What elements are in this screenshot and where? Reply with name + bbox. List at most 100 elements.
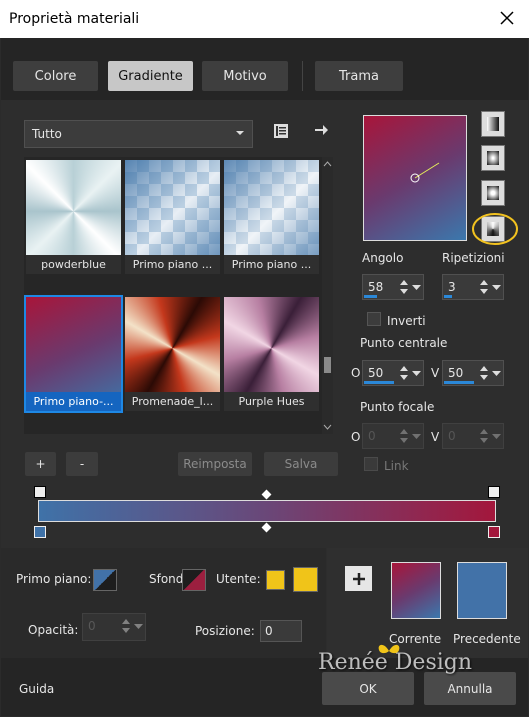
angle-spinner[interactable]: 58 xyxy=(362,274,424,300)
center-v-level xyxy=(444,381,474,384)
angle-label: Angolo xyxy=(362,251,404,265)
spinner-arrows-icon xyxy=(480,366,501,380)
user-label: Utente: xyxy=(216,572,261,586)
gradient-swatch-selected[interactable]: Primo piano-... xyxy=(24,295,123,413)
center-h-level xyxy=(364,381,394,384)
center-h-spinner[interactable]: 50 xyxy=(362,360,424,386)
style-linear-button[interactable] xyxy=(481,111,505,137)
gradient-editor-bar[interactable] xyxy=(38,500,496,522)
focal-h-value: 0 xyxy=(368,429,376,443)
user-swatch-2[interactable] xyxy=(293,567,318,592)
gradient-preview[interactable] xyxy=(363,115,467,241)
category-value: Tutto xyxy=(32,127,62,141)
style-radial-button[interactable] xyxy=(481,180,505,206)
position-label: Posizione: xyxy=(195,624,255,638)
opacity-label: Opacità: xyxy=(28,623,79,637)
category-dropdown[interactable]: Tutto xyxy=(24,120,253,148)
opacity-stop-right[interactable] xyxy=(488,486,500,498)
repeats-label: Ripetizioni xyxy=(442,251,505,265)
center-v-spinner[interactable]: 50 xyxy=(442,360,504,386)
center-h-value: 50 xyxy=(368,366,384,380)
reset-button[interactable]: Reimposta xyxy=(178,452,252,476)
highlight-circle xyxy=(472,213,518,245)
tab-colore[interactable]: Colore xyxy=(13,61,98,91)
gallery-scrollbar[interactable] xyxy=(322,157,333,434)
focal-label: Punto focale xyxy=(360,400,435,414)
swatch-label: Purple Hues xyxy=(224,392,319,411)
plus-icon xyxy=(352,572,365,585)
spinner-arrows-icon xyxy=(480,429,501,443)
focal-v-spinner[interactable]: 0 xyxy=(442,423,504,449)
current-preview xyxy=(391,562,441,619)
swatch-label: Primo piano-... xyxy=(26,392,121,411)
swatch-label: Promenade_l... xyxy=(125,392,220,411)
radial-style-icon xyxy=(487,186,499,200)
spinner-arrows-icon xyxy=(480,280,501,294)
position-value: 0 xyxy=(265,624,273,638)
opacity-value: 0 xyxy=(88,619,96,633)
invert-checkbox[interactable] xyxy=(367,312,381,326)
library-icon xyxy=(274,124,288,138)
color-stop-left[interactable] xyxy=(34,526,46,538)
close-icon xyxy=(500,11,514,25)
scroll-up-icon xyxy=(323,161,332,167)
repeats-value: 3 xyxy=(448,280,456,294)
swatch-label: Primo piano ... xyxy=(224,255,319,274)
spinner-arrows-icon xyxy=(400,366,421,380)
link-checkbox[interactable] xyxy=(364,457,378,471)
scroll-thumb[interactable] xyxy=(324,357,331,373)
user-swatch-1[interactable] xyxy=(266,570,285,590)
repeats-level xyxy=(444,295,452,298)
previous-preview[interactable] xyxy=(457,562,507,619)
arrow-right-icon xyxy=(315,125,328,135)
gradient-swatch[interactable]: powderblue xyxy=(26,160,121,274)
center-v-value: 50 xyxy=(448,366,464,380)
style-rectangular-button[interactable] xyxy=(481,145,505,171)
chevron-down-icon xyxy=(236,131,244,135)
rectangular-style-icon xyxy=(487,151,499,165)
remove-gradient-button[interactable]: - xyxy=(66,452,98,476)
background-swatch[interactable] xyxy=(182,569,206,591)
gradient-swatch[interactable]: Purple Hues xyxy=(224,297,319,411)
tab-trama[interactable]: Trama xyxy=(315,61,403,91)
invert-label: Inverti xyxy=(387,314,426,328)
foreground-label: Primo piano: xyxy=(16,572,92,586)
focal-v-value: 0 xyxy=(448,429,456,443)
butterfly-icon xyxy=(378,644,400,654)
gradient-swatch[interactable]: Primo piano ... xyxy=(125,160,220,274)
opacity-stop-left[interactable] xyxy=(34,486,46,498)
position-input[interactable]: 0 xyxy=(260,620,302,642)
focal-h-spinner[interactable]: 0 xyxy=(362,423,424,449)
center-handle xyxy=(410,162,440,183)
center-h-letter: O xyxy=(351,366,361,380)
library-icon-button[interactable] xyxy=(272,122,292,144)
add-gradient-button[interactable]: + xyxy=(25,452,56,476)
foreground-swatch[interactable] xyxy=(93,569,117,591)
opacity-spinner[interactable]: 0 xyxy=(82,613,146,641)
save-button[interactable]: Salva xyxy=(264,452,338,476)
window-title: Proprietà materiali xyxy=(9,11,140,27)
angle-level xyxy=(364,295,377,298)
focal-v-letter: V xyxy=(431,430,440,444)
swatch-label: powderblue xyxy=(26,255,121,274)
gradient-swatch[interactable]: Primo piano ... xyxy=(224,160,319,274)
close-button[interactable] xyxy=(495,6,519,30)
previous-label: Precedente xyxy=(453,632,521,646)
angle-value: 58 xyxy=(368,280,384,294)
tab-motivo[interactable]: Motivo xyxy=(202,61,288,91)
gradient-swatch[interactable]: Promenade_l... xyxy=(125,297,220,411)
tab-separator xyxy=(302,61,303,91)
center-label: Punto centrale xyxy=(360,336,448,350)
tab-gradiente[interactable]: Gradiente xyxy=(108,61,193,91)
color-stop-right[interactable] xyxy=(488,526,500,538)
add-to-swatches-button[interactable] xyxy=(345,566,372,591)
center-v-letter: V xyxy=(431,366,440,380)
scroll-down-icon xyxy=(323,424,332,430)
title-bar: Proprietà materiali xyxy=(0,0,529,38)
repeats-spinner[interactable]: 3 xyxy=(442,274,504,300)
arrow-right-button[interactable] xyxy=(313,122,333,142)
spinner-arrows-icon xyxy=(122,619,143,633)
spinner-arrows-icon xyxy=(400,429,421,443)
linear-style-icon xyxy=(487,117,499,131)
help-label[interactable]: Guida xyxy=(19,682,54,696)
